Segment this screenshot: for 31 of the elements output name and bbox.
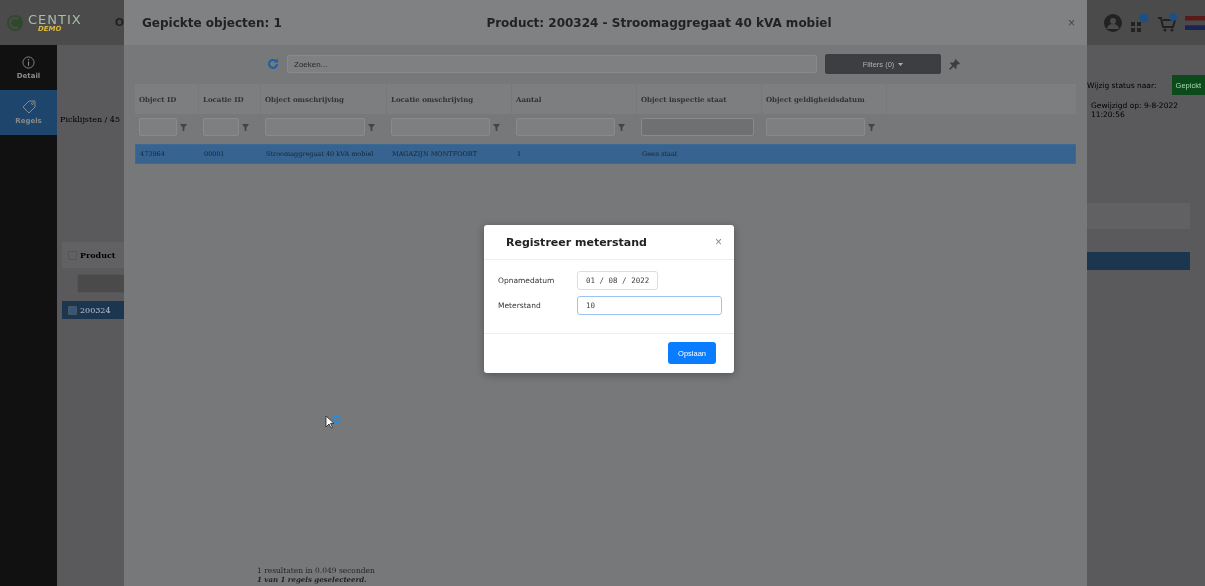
info-icon (22, 55, 35, 69)
filter-icon[interactable] (180, 123, 187, 131)
cart-icon[interactable] (1157, 12, 1179, 33)
table-row[interactable]: 200324 (62, 301, 124, 319)
close-button[interactable]: × (1066, 15, 1077, 30)
table-cell: 200324 (80, 305, 111, 315)
filter-icon[interactable] (868, 123, 875, 131)
search-field[interactable]: Zoeken... (287, 55, 817, 73)
close-button[interactable]: × (713, 235, 724, 249)
flag-icon[interactable] (1185, 15, 1205, 30)
caret-icon (898, 62, 904, 66)
tag-icon (21, 100, 36, 114)
column-label: Product (80, 250, 116, 260)
dialog-title: Registreer meterstand (506, 235, 647, 249)
cursor-icon (325, 415, 341, 429)
breadcrumb: Picklijsten / 45 (59, 115, 122, 124)
checkbox[interactable] (68, 305, 77, 315)
logo-name: CENTIX (28, 12, 82, 26)
filter-icon[interactable] (368, 123, 375, 131)
panel-title: Gepickte objecten: 1 (142, 15, 283, 30)
logo-icon (6, 13, 24, 32)
filter-field[interactable] (77, 274, 124, 293)
filter-icon[interactable] (618, 123, 625, 131)
grid-icon[interactable] (1129, 12, 1151, 33)
pin-icon[interactable] (949, 58, 960, 70)
refresh-icon[interactable] (267, 58, 279, 70)
filter-icon[interactable] (493, 123, 500, 131)
product-title: Product: 200324 - Stroomaggregaat 40 kVA mobiel (485, 15, 833, 30)
table-row[interactable] (1087, 252, 1190, 270)
user-icon[interactable] (1103, 12, 1123, 33)
filter-icon[interactable] (242, 123, 249, 131)
